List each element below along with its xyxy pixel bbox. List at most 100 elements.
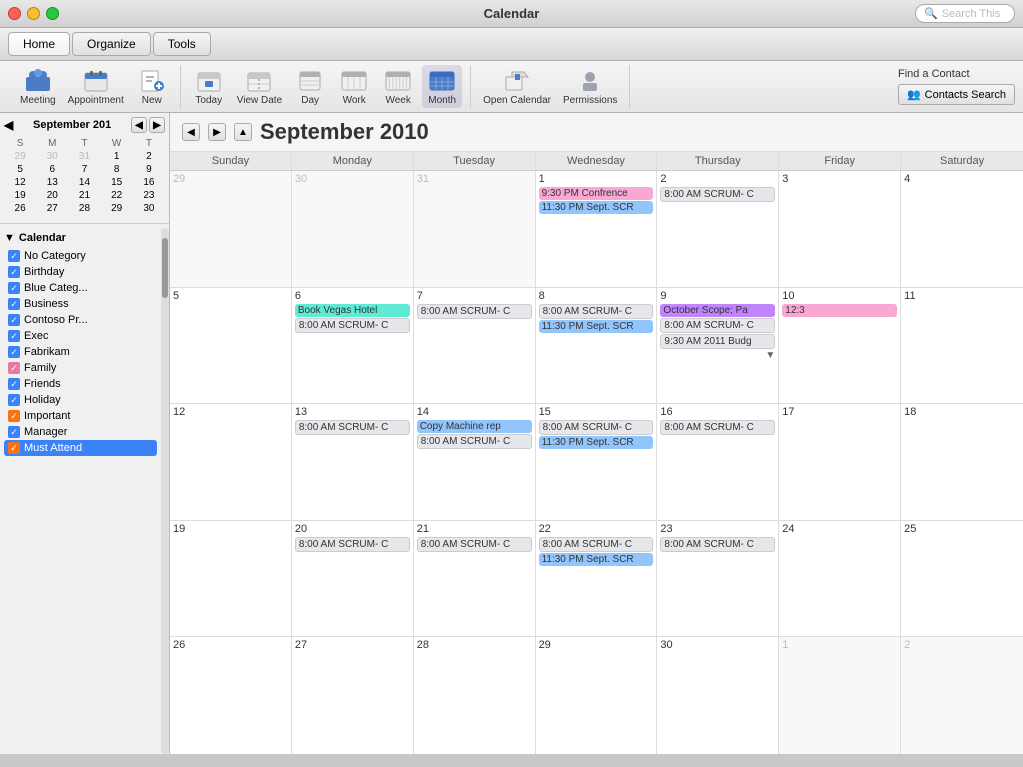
mini-cal-day[interactable]: 28: [68, 202, 100, 215]
cal-cell[interactable]: 1: [779, 637, 901, 754]
cal-cell[interactable]: 78:00 AM SCRUM- C: [414, 288, 536, 404]
cal-list-item[interactable]: ✓Blue Categ...: [4, 280, 157, 296]
calendar-event[interactable]: 11:30 PM Sept. SCR: [539, 320, 654, 333]
tab-organize[interactable]: Organize: [72, 32, 151, 56]
cal-cell[interactable]: 28: [414, 637, 536, 754]
cal-checkbox[interactable]: ✓: [8, 442, 20, 454]
tab-home[interactable]: Home: [8, 32, 70, 56]
cal-list-item[interactable]: ✓No Category: [4, 248, 157, 264]
cal-list-item[interactable]: ✓Family: [4, 360, 157, 376]
calendars-header[interactable]: ▼ Calendar: [4, 232, 157, 244]
cal-cell[interactable]: 9October Scope; Pa8:00 AM SCRUM- C9:30 A…: [657, 288, 779, 404]
calendar-event[interactable]: 8:00 AM SCRUM- C: [660, 420, 775, 435]
cal-up-button[interactable]: ▲: [234, 123, 252, 141]
calendar-event[interactable]: Copy Machine rep: [417, 420, 532, 433]
calendar-event[interactable]: 8:00 AM SCRUM- C: [417, 537, 532, 552]
cal-cell[interactable]: 24: [779, 521, 901, 637]
cal-cell[interactable]: 19:30 PM Confrence11:30 PM Sept. SCR: [536, 171, 658, 287]
cal-prev-button[interactable]: ◀: [182, 123, 200, 141]
cal-list-item[interactable]: ✓Business: [4, 296, 157, 312]
cal-checkbox[interactable]: ✓: [8, 362, 20, 374]
cal-checkbox[interactable]: ✓: [8, 426, 20, 438]
mini-prev-arrow[interactable]: ◀: [4, 118, 13, 132]
mini-cal-day[interactable]: 2: [133, 150, 165, 163]
cal-cell[interactable]: 12: [170, 404, 292, 520]
mini-cal-day[interactable]: 16: [133, 176, 165, 189]
cal-cell[interactable]: 3: [779, 171, 901, 287]
ribbon-day-button[interactable]: Day: [290, 65, 330, 108]
mini-next-btn[interactable]: ▶: [149, 117, 165, 133]
calendar-event[interactable]: 8:00 AM SCRUM- C: [660, 187, 775, 202]
ribbon-opencal-button[interactable]: Open Calendar: [479, 65, 555, 108]
cal-list-item[interactable]: ✓Must Attend: [4, 440, 157, 456]
cal-cell[interactable]: 28:00 AM SCRUM- C: [657, 171, 779, 287]
mini-cal-day[interactable]: 8: [101, 163, 133, 176]
mini-cal-day[interactable]: 30: [133, 202, 165, 215]
cal-cell[interactable]: 19: [170, 521, 292, 637]
ribbon-appointment-button[interactable]: Appointment: [64, 65, 128, 108]
cal-checkbox[interactable]: ✓: [8, 298, 20, 310]
cal-cell[interactable]: 1012:3: [779, 288, 901, 404]
calendar-event[interactable]: 8:00 AM SCRUM- C: [417, 434, 532, 449]
cal-cell[interactable]: 168:00 AM SCRUM- C: [657, 404, 779, 520]
calendar-event[interactable]: Book Vegas Hotel: [295, 304, 410, 317]
mini-cal-day[interactable]: 5: [4, 163, 36, 176]
tab-tools[interactable]: Tools: [153, 32, 211, 56]
mini-cal-day[interactable]: 20: [36, 189, 68, 202]
cal-cell[interactable]: 27: [292, 637, 414, 754]
cal-checkbox[interactable]: ✓: [8, 282, 20, 294]
cal-checkbox[interactable]: ✓: [8, 378, 20, 390]
calendar-event[interactable]: 8:00 AM SCRUM- C: [417, 304, 532, 319]
mini-cal-day[interactable]: 6: [36, 163, 68, 176]
cal-list-item[interactable]: ✓Holiday: [4, 392, 157, 408]
mini-cal-day[interactable]: 9: [133, 163, 165, 176]
cal-list-item[interactable]: ✓Birthday: [4, 264, 157, 280]
calendar-event[interactable]: 8:00 AM SCRUM- C: [660, 318, 775, 333]
minimize-button[interactable]: [27, 7, 40, 20]
cal-cell[interactable]: 2: [901, 637, 1023, 754]
more-events-indicator[interactable]: ▼: [660, 350, 775, 361]
calendar-event[interactable]: 9:30 PM Confrence: [539, 187, 654, 200]
calendar-event[interactable]: 8:00 AM SCRUM- C: [295, 537, 410, 552]
maximize-button[interactable]: [46, 7, 59, 20]
cal-cell[interactable]: 26: [170, 637, 292, 754]
calendar-event[interactable]: 11:30 PM Sept. SCR: [539, 436, 654, 449]
calendar-event[interactable]: October Scope; Pa: [660, 304, 775, 317]
mini-cal-day[interactable]: 29: [4, 150, 36, 163]
mini-cal-day[interactable]: 7: [68, 163, 100, 176]
mini-cal-day[interactable]: 31: [68, 150, 100, 163]
cal-cell[interactable]: 30: [657, 637, 779, 754]
cal-cell[interactable]: 88:00 AM SCRUM- C11:30 PM Sept. SCR: [536, 288, 658, 404]
cal-list-item[interactable]: ✓Exec: [4, 328, 157, 344]
cal-cell[interactable]: 11: [901, 288, 1023, 404]
cal-cell[interactable]: 208:00 AM SCRUM- C: [292, 521, 414, 637]
scrollbar[interactable]: [161, 228, 169, 754]
cal-cell[interactable]: 6Book Vegas Hotel8:00 AM SCRUM- C: [292, 288, 414, 404]
mini-cal-day[interactable]: 12: [4, 176, 36, 189]
contacts-search-button[interactable]: 👥 Contacts Search: [898, 84, 1015, 105]
mini-cal-day[interactable]: 27: [36, 202, 68, 215]
cal-checkbox[interactable]: ✓: [8, 250, 20, 262]
cal-list-item[interactable]: ✓Contoso Pr...: [4, 312, 157, 328]
cal-checkbox[interactable]: ✓: [8, 330, 20, 342]
ribbon-meeting-button[interactable]: Meeting: [16, 65, 60, 108]
cal-list-item[interactable]: ✓Important: [4, 408, 157, 424]
cal-cell[interactable]: 158:00 AM SCRUM- C11:30 PM Sept. SCR: [536, 404, 658, 520]
calendar-event[interactable]: 9:30 AM 2011 Budg: [660, 334, 775, 349]
mini-cal-day[interactable]: 26: [4, 202, 36, 215]
cal-checkbox[interactable]: ✓: [8, 314, 20, 326]
mini-cal-day[interactable]: 23: [133, 189, 165, 202]
calendar-event[interactable]: 11:30 PM Sept. SCR: [539, 201, 654, 214]
ribbon-work-button[interactable]: Work: [334, 65, 374, 108]
ribbon-week-button[interactable]: Week: [378, 65, 418, 108]
cal-next-button[interactable]: ▶: [208, 123, 226, 141]
cal-cell[interactable]: 29: [536, 637, 658, 754]
cal-cell[interactable]: 218:00 AM SCRUM- C: [414, 521, 536, 637]
ribbon-month-button[interactable]: Month: [422, 65, 462, 108]
cal-cell[interactable]: 18: [901, 404, 1023, 520]
mini-cal-day[interactable]: 21: [68, 189, 100, 202]
cal-cell[interactable]: 238:00 AM SCRUM- C: [657, 521, 779, 637]
close-button[interactable]: [8, 7, 21, 20]
cal-checkbox[interactable]: ✓: [8, 346, 20, 358]
calendar-event[interactable]: 8:00 AM SCRUM- C: [539, 304, 654, 319]
